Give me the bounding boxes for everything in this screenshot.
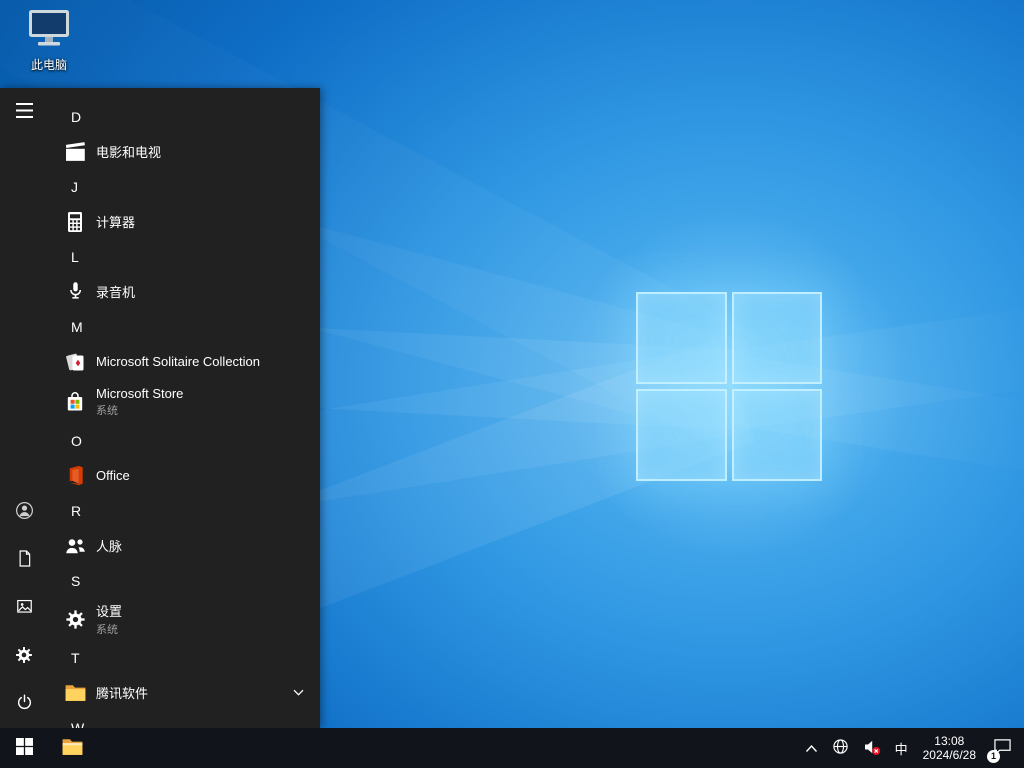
app-label: Microsoft Solitaire Collection [96,354,261,369]
windows-desktop: 此电脑 D 电影和电视 J 计算器 L 录音机 M Microsoft Soli… [0,0,1024,768]
app-subtitle: 系统 [96,624,118,636]
section-letter-j[interactable]: J [48,170,320,203]
movies-tv-icon [61,138,89,166]
computer-icon [26,8,72,55]
section-letter-o[interactable]: O [48,424,320,457]
app-subtitle: 系统 [96,405,118,417]
rail-bottom-group [0,488,48,728]
app-item-office[interactable]: Office [48,457,320,494]
section-letter-s[interactable]: S [48,564,320,597]
chevron-down-icon[interactable] [293,689,304,696]
clock[interactable]: 13:08 2024/6/28 [915,728,984,768]
documents-button[interactable] [0,536,48,584]
logo-pane [636,292,727,384]
system-tray: 中 13:08 2024/6/28 1 [798,728,1024,768]
calculator-icon [61,208,89,236]
section-letter-m[interactable]: M [48,310,320,343]
tray-chevron-up-button[interactable] [798,728,825,768]
settings-button[interactable] [0,632,48,680]
app-item-voice-recorder[interactable]: 录音机 [48,273,320,310]
globe-icon [832,738,849,758]
file-explorer-button[interactable] [48,728,96,768]
desktop-icon-label: 此电脑 [30,58,67,72]
power-button[interactable] [0,680,48,728]
app-label: 设置 [96,604,123,619]
voice-recorder-icon [61,278,89,306]
desktop-icon-this-pc[interactable]: 此电脑 [10,8,88,73]
start-button[interactable] [0,728,48,768]
account-icon [14,500,35,524]
app-label: 人脉 [96,539,123,554]
start-menu-app-list: D 电影和电视 J 计算器 L 录音机 M Microsoft Solitair… [48,88,320,728]
windows-logo-icon [15,738,33,758]
power-icon [15,693,34,715]
speaker-muted-icon [863,738,881,759]
documents-icon [15,549,34,571]
app-item-people[interactable]: 人脉 [48,527,320,564]
section-letter-l[interactable]: L [48,240,320,273]
app-label: 腾讯软件 [96,686,149,701]
file-explorer-icon [60,734,85,762]
notification-badge: 1 [987,750,1000,763]
hamburger-icon [15,103,33,121]
action-center-button[interactable]: 1 [984,728,1024,768]
clock-time: 13:08 [934,734,965,748]
start-menu: D 电影和电视 J 计算器 L 录音机 M Microsoft Solitair… [0,88,320,728]
ime-indicator[interactable]: 中 [888,728,915,768]
store-icon [61,388,89,416]
settings-gear-icon [14,645,34,668]
app-item-movies-tv[interactable]: 电影和电视 [48,133,320,170]
section-letter-t[interactable]: T [48,641,320,674]
account-button[interactable] [0,488,48,536]
app-label: Microsoft Store [96,386,184,401]
hamburger-menu-button[interactable] [0,88,48,136]
app-label: 电影和电视 [96,145,162,160]
pictures-icon [15,597,34,619]
solitaire-icon [61,348,89,376]
clock-date: 2024/6/28 [922,748,976,762]
app-label: Office [96,468,130,483]
section-letter-r[interactable]: R [48,494,320,527]
section-letter-w[interactable]: W [48,711,320,729]
logo-pane [636,389,727,481]
ime-label: 中 [894,741,908,757]
app-item-settings[interactable]: 设置 系统 [48,597,320,641]
people-icon [61,532,89,560]
chevron-up-icon [805,741,818,756]
folder-icon [61,679,89,707]
logo-pane [731,389,822,481]
app-item-tencent-folder[interactable]: 腾讯软件 [48,674,320,711]
network-button[interactable] [825,728,856,768]
windows-logo-wallpaper [636,292,822,481]
app-item-solitaire[interactable]: Microsoft Solitaire Collection [48,343,320,380]
app-label: 计算器 [96,215,136,230]
pictures-button[interactable] [0,584,48,632]
section-letter-d[interactable]: D [48,100,320,133]
app-label: 录音机 [96,285,136,300]
volume-button[interactable] [856,728,888,768]
office-icon [61,462,89,490]
taskbar: 中 13:08 2024/6/28 1 [0,728,1024,768]
start-menu-rail [0,88,48,728]
app-item-calculator[interactable]: 计算器 [48,203,320,240]
app-item-microsoft-store[interactable]: Microsoft Store 系统 [48,380,320,424]
settings-gear-icon [61,605,89,633]
logo-pane [731,292,822,384]
